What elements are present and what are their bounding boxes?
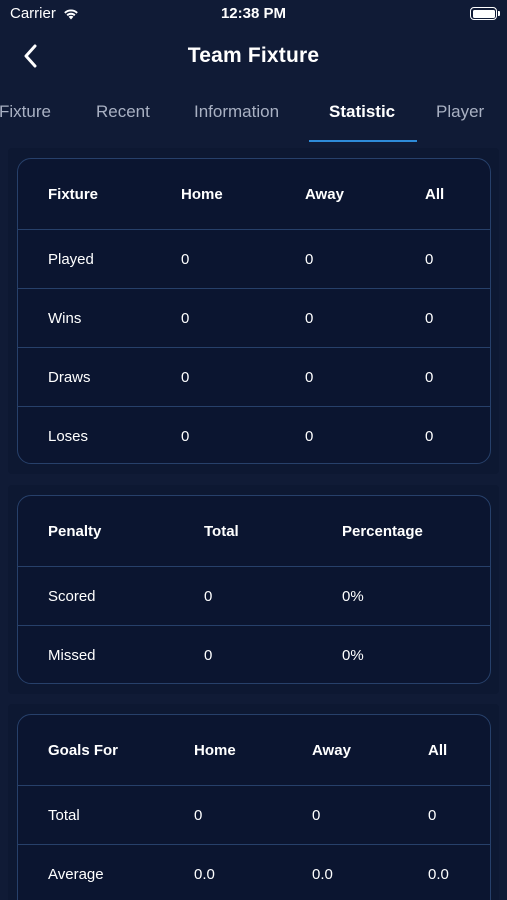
row-label: Scored — [48, 588, 96, 605]
header-total: Total — [204, 523, 239, 540]
row-label: Wins — [48, 310, 82, 327]
fixture-header-row: Fixture Home Away All — [18, 159, 490, 229]
all-value: 0 — [425, 310, 434, 327]
all-value: 0 — [428, 807, 437, 824]
table-row: Played 0 0 0 — [18, 229, 490, 288]
table-row: Draws 0 0 0 — [18, 347, 490, 406]
row-label: Draws — [48, 369, 91, 386]
tab-fixture[interactable]: Fixture — [0, 102, 51, 122]
table-row: Total 0 0 0 — [18, 785, 490, 844]
row-label: Loses — [48, 428, 89, 445]
goals-for-table: Goals For Home Away All Total 0 0 0 Aver… — [17, 714, 491, 900]
away-value: 0 — [305, 310, 314, 327]
header-goals-for: Goals For — [48, 742, 119, 759]
tab-statistic[interactable]: Statistic — [329, 102, 395, 122]
percentage-value: 0% — [342, 647, 364, 664]
row-label: Played — [48, 251, 94, 268]
goals-for-section: Goals For Home Away All Total 0 0 0 Aver… — [8, 704, 499, 900]
home-value: 0 — [181, 369, 190, 386]
all-value: 0.0 — [428, 866, 449, 883]
row-label: Average — [48, 866, 104, 883]
header-fixture: Fixture — [48, 186, 99, 203]
header-away: Away — [312, 742, 351, 759]
penalty-section: Penalty Total Percentage Scored 0 0% Mis… — [8, 485, 499, 694]
header-home: Home — [194, 742, 236, 759]
battery-icon — [470, 7, 500, 20]
status-bar: Carrier 12:38 PM — [0, 0, 507, 28]
header-penalty: Penalty — [48, 523, 102, 540]
penalty-header-row: Penalty Total Percentage — [18, 496, 490, 566]
percentage-value: 0% — [342, 588, 364, 605]
table-row: Loses 0 0 0 — [18, 406, 490, 463]
all-value: 0 — [425, 251, 434, 268]
home-value: 0 — [194, 807, 203, 824]
row-label: Missed — [48, 647, 96, 664]
active-tab-indicator — [309, 140, 417, 142]
home-value: 0.0 — [194, 866, 215, 883]
table-row: Wins 0 0 0 — [18, 288, 490, 347]
status-time: 12:38 PM — [220, 5, 287, 22]
all-value: 0 — [425, 369, 434, 386]
header-percentage: Percentage — [342, 523, 423, 540]
table-row: Missed 0 0% — [18, 625, 490, 683]
nav-bar: Team Fixture — [0, 28, 507, 84]
home-value: 0 — [181, 428, 190, 445]
all-value: 0 — [425, 428, 434, 445]
header-away: Away — [305, 186, 344, 203]
table-row: Scored 0 0% — [18, 566, 490, 625]
away-value: 0 — [305, 369, 314, 386]
tab-player[interactable]: Player — [436, 102, 484, 122]
tab-recent[interactable]: Recent — [96, 102, 150, 122]
away-value: 0.0 — [312, 866, 333, 883]
home-value: 0 — [181, 251, 190, 268]
total-value: 0 — [204, 647, 213, 664]
row-label: Total — [48, 807, 80, 824]
total-value: 0 — [204, 588, 213, 605]
header-all: All — [428, 742, 448, 759]
header-all: All — [425, 186, 445, 203]
home-value: 0 — [181, 310, 190, 327]
fixture-section: Fixture Home Away All Played 0 0 0 Wins … — [8, 148, 499, 474]
fixture-table: Fixture Home Away All Played 0 0 0 Wins … — [17, 158, 491, 464]
tab-bar: Fixture Recent Information Statistic Pla… — [0, 90, 507, 142]
away-value: 0 — [305, 251, 314, 268]
goals-for-header-row: Goals For Home Away All — [18, 715, 490, 785]
away-value: 0 — [312, 807, 321, 824]
header-home: Home — [181, 186, 223, 203]
table-row: Average 0.0 0.0 0.0 — [18, 844, 490, 900]
tab-information[interactable]: Information — [194, 102, 279, 122]
page-title: Team Fixture — [187, 44, 320, 67]
away-value: 0 — [305, 428, 314, 445]
penalty-table: Penalty Total Percentage Scored 0 0% Mis… — [17, 495, 491, 684]
